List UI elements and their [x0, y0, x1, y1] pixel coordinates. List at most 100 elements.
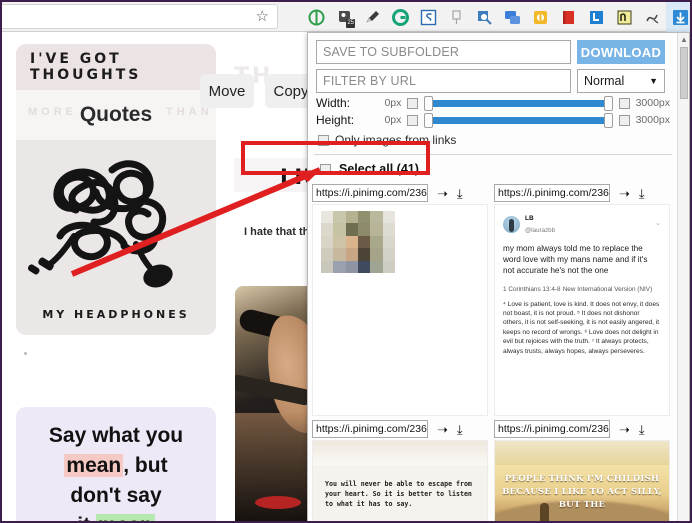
- browser-window: ☆ 25: [0, 0, 692, 523]
- image-url-bar-1: https://i.pinimg.com/236 ➝ ⤓: [312, 184, 488, 202]
- ext-icon-comments[interactable]: [498, 2, 526, 32]
- width-slider[interactable]: [424, 97, 613, 110]
- say-line-3: don't say: [70, 481, 161, 511]
- image-cell-1: https://i.pinimg.com/236 ➝ ⤓: [312, 184, 488, 416]
- ext-icon-grammarly[interactable]: [386, 2, 414, 32]
- pixelated-preview: [321, 211, 395, 273]
- only-images-from-links-row[interactable]: Only images from links: [308, 127, 678, 147]
- image-thumbnail-3[interactable]: You will never be able to escape from yo…: [312, 440, 488, 523]
- open-arrow-icon[interactable]: ➝: [619, 423, 630, 436]
- image-downloader-popup: SAVE TO SUBFOLDER DOWNLOAD FILTER BY URL…: [307, 32, 690, 523]
- pin-thoughts-text: I'VE GOT THOUGHTS: [30, 51, 216, 83]
- width-max-value: 3000px: [636, 97, 670, 109]
- ext-icon-1[interactable]: [302, 2, 330, 32]
- ext-icon-n[interactable]: [610, 2, 638, 32]
- image-grid-row-2: https://i.pinimg.com/236 ➝ ⤓ You will ne…: [308, 420, 678, 523]
- image-grid-row-1: https://i.pinimg.com/236 ➝ ⤓: [308, 184, 678, 416]
- headphones-caption: MY HEADPHONES: [16, 308, 216, 321]
- image-thumbnail-2[interactable]: LB @laurazbb ⌄ my mom always told me to …: [494, 204, 670, 416]
- image-url-bar-2: https://i.pinimg.com/236 ➝ ⤓: [494, 184, 670, 202]
- image-url-3[interactable]: https://i.pinimg.com/236: [312, 420, 428, 438]
- say-line-2-rest: , but: [123, 454, 167, 477]
- height-max-value: 3000px: [636, 114, 670, 126]
- save-to-subfolder-input[interactable]: SAVE TO SUBFOLDER: [316, 40, 571, 64]
- ext-icon-search-doc[interactable]: [470, 2, 498, 32]
- download-arrow-icon[interactable]: ⤓: [457, 423, 463, 436]
- filter-mode-select[interactable]: Normal ▼: [577, 69, 665, 93]
- scroll-up-icon[interactable]: ▲: [680, 35, 688, 44]
- chevron-down-icon: ▼: [649, 76, 658, 86]
- pin-card-say-what-you-mean[interactable]: Say what you mean, but don't say it mean: [16, 407, 216, 523]
- filter-mode-value: Normal: [584, 74, 624, 88]
- say-line-4: it mean: [77, 511, 155, 523]
- width-filter-row: Width: 0px 3000px: [308, 93, 678, 110]
- ext-icon-squiggle[interactable]: [638, 2, 666, 32]
- width-max-checkbox[interactable]: [619, 98, 630, 109]
- height-slider-knob-right[interactable]: [604, 113, 613, 128]
- tweet-identity: LB @laurazbb: [525, 213, 555, 236]
- height-slider-track: [431, 117, 606, 124]
- move-button[interactable]: Move: [200, 74, 254, 108]
- ext-icon-notes[interactable]: [526, 2, 554, 32]
- ext-icon-eyedropper[interactable]: [358, 2, 386, 32]
- width-label: Width:: [316, 96, 362, 110]
- pin-card-thoughts[interactable]: I'VE GOT THOUGHTS: [16, 44, 216, 90]
- download-arrow-icon[interactable]: ⤓: [639, 423, 645, 436]
- thumb-top-fade: [495, 441, 669, 465]
- chevron-down-icon: ⌄: [655, 219, 661, 230]
- only-images-from-links-label: Only images from links: [335, 133, 456, 147]
- width-min-checkbox[interactable]: [407, 98, 418, 109]
- popup-scrollbar[interactable]: ▲: [677, 33, 689, 523]
- ext-icon-s[interactable]: [414, 2, 442, 32]
- height-max-checkbox[interactable]: [619, 115, 630, 126]
- width-slider-knob-right[interactable]: [604, 96, 613, 111]
- height-min-checkbox[interactable]: [407, 115, 418, 126]
- tangled-headphones-illustration: [16, 140, 216, 300]
- image-url-1[interactable]: https://i.pinimg.com/236: [312, 184, 428, 202]
- height-slider[interactable]: [424, 114, 613, 127]
- ext-icon-red-book[interactable]: [554, 2, 582, 32]
- open-arrow-icon[interactable]: ➝: [619, 187, 630, 200]
- ext-icon-pocket[interactable]: 25: [330, 2, 358, 32]
- image-url-4[interactable]: https://i.pinimg.com/236: [494, 420, 610, 438]
- image-url-bar-4: https://i.pinimg.com/236 ➝ ⤓: [494, 420, 670, 438]
- say-line-4-a: it: [77, 514, 96, 523]
- ext-icon-image-downloader[interactable]: [666, 2, 692, 32]
- verse-reference: 1 Corinthians 13:4-8: [503, 286, 561, 293]
- pin-board-quotes[interactable]: MORE THAN Quotes: [16, 90, 216, 140]
- typewriter-quote-image: You will never be able to escape from yo…: [313, 465, 487, 523]
- download-arrow-icon[interactable]: ⤓: [457, 187, 463, 200]
- select-all-label: Select all (41): [339, 162, 419, 176]
- only-images-from-links-checkbox[interactable]: [318, 135, 329, 146]
- download-button[interactable]: DOWNLOAD: [577, 40, 665, 64]
- height-slider-knob-left[interactable]: [424, 113, 433, 128]
- address-bar[interactable]: ☆: [2, 4, 278, 29]
- select-all-row[interactable]: Select all (41): [308, 155, 678, 184]
- board-title: Quotes: [80, 103, 152, 127]
- height-label: Height:: [316, 113, 362, 127]
- width-min-value: 0px: [368, 97, 401, 109]
- image-thumbnail-4[interactable]: PEOPLE THINK I'M CHILDISH BECAUSE I LIKE…: [494, 440, 670, 523]
- width-slider-knob-left[interactable]: [424, 96, 433, 111]
- pin-card-headphones[interactable]: MY HEADPHONES: [16, 140, 216, 335]
- download-arrow-icon[interactable]: ⤓: [639, 187, 645, 200]
- filter-by-url-input[interactable]: FILTER BY URL: [316, 69, 571, 93]
- select-all-checkbox[interactable]: [320, 164, 331, 175]
- sunset-quote-image: PEOPLE THINK I'M CHILDISH BECAUSE I LIKE…: [495, 465, 669, 523]
- avatar: [503, 216, 520, 233]
- image-thumbnail-1[interactable]: [312, 204, 488, 416]
- ext-icon-blue-l[interactable]: [582, 2, 610, 32]
- verse-body: ⁴ Love is patient, love is kind. It does…: [503, 300, 661, 356]
- scrollbar-thumb[interactable]: [680, 47, 688, 99]
- image-cell-3: https://i.pinimg.com/236 ➝ ⤓ You will ne…: [312, 420, 488, 523]
- image-url-bar-3: https://i.pinimg.com/236 ➝ ⤓: [312, 420, 488, 438]
- height-min-value: 0px: [368, 114, 401, 126]
- tweet-header: LB @laurazbb ⌄: [503, 213, 661, 236]
- ext-icon-pin[interactable]: [442, 2, 470, 32]
- bookmark-star-icon[interactable]: ☆: [256, 9, 269, 24]
- image-url-2[interactable]: https://i.pinimg.com/236: [494, 184, 610, 202]
- open-arrow-icon[interactable]: ➝: [437, 423, 448, 436]
- extension-icons: 25: [302, 2, 692, 32]
- watermark-badge: [255, 496, 301, 509]
- open-arrow-icon[interactable]: ➝: [437, 187, 448, 200]
